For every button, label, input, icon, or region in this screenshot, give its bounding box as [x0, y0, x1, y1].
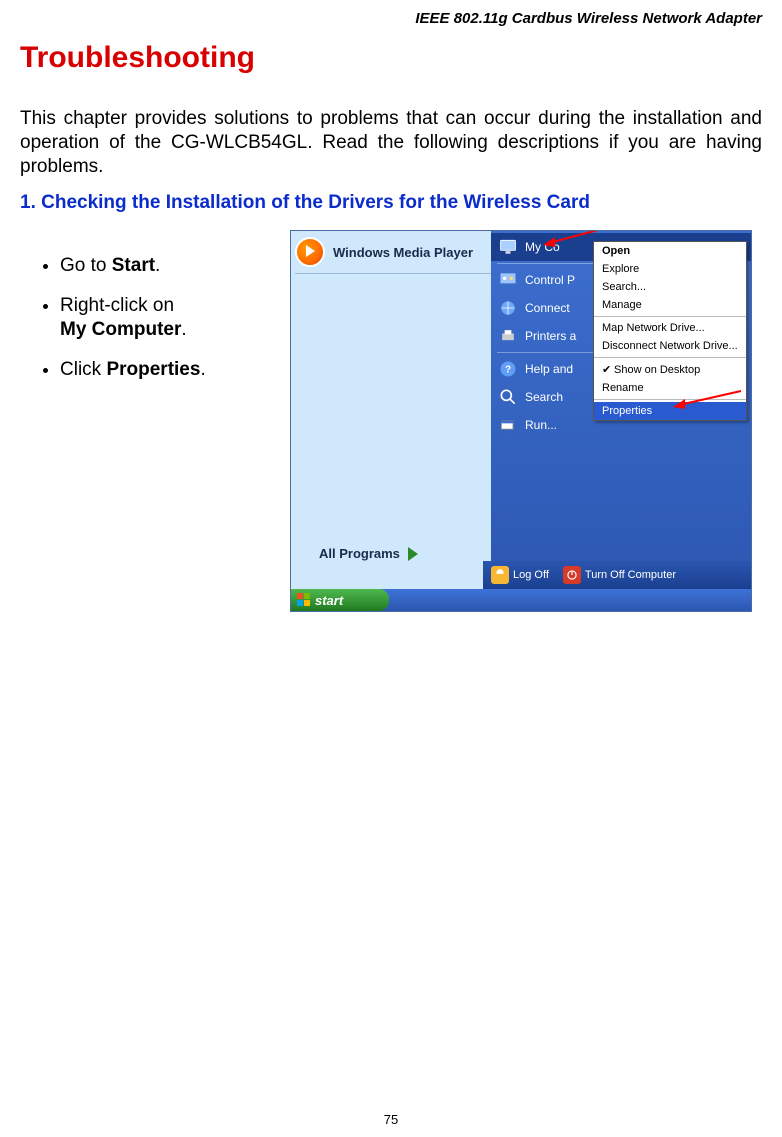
printer-icon: [497, 325, 519, 347]
power-icon: [563, 566, 581, 584]
turnoff-label: Turn Off Computer: [585, 569, 676, 581]
chevron-right-icon: [408, 547, 418, 561]
text: Click: [60, 359, 106, 380]
logoff-icon: [491, 566, 509, 584]
start-label: start: [315, 593, 343, 608]
item-label: Help and: [525, 362, 573, 376]
screenshot-image: Windows Media Player All Programs My Co: [290, 230, 752, 612]
text: .: [200, 359, 205, 380]
item-label: Show on Desktop: [614, 364, 700, 376]
context-menu-disconnect-drive[interactable]: Disconnect Network Drive...: [594, 337, 746, 355]
text: .: [181, 319, 186, 340]
page-title: Troubleshooting: [20, 41, 762, 75]
start-button[interactable]: start: [291, 589, 389, 611]
list-item: Go to Start.: [60, 254, 290, 278]
list-item: Click Properties.: [60, 358, 290, 382]
logoff-button[interactable]: Log Off: [491, 566, 549, 584]
control-panel-icon: [497, 269, 519, 291]
item-label: Search: [525, 390, 563, 404]
text: Go to: [60, 255, 112, 276]
context-menu-show-desktop[interactable]: ✔Show on Desktop: [594, 360, 746, 379]
windows-logo-icon: [297, 593, 311, 607]
page-number: 75: [0, 1112, 782, 1127]
section-heading: 1. Checking the Installation of the Driv…: [20, 192, 762, 214]
arrow-annotation: [671, 389, 745, 411]
context-menu-search[interactable]: Search...: [594, 278, 746, 296]
search-icon: [497, 386, 519, 408]
text-bold: Properties: [106, 359, 200, 380]
text: .: [155, 255, 160, 276]
text-bold: My Computer: [60, 319, 181, 340]
turnoff-button[interactable]: Turn Off Computer: [563, 566, 676, 584]
media-player-icon: [295, 237, 325, 267]
text: Right-click on: [60, 295, 174, 316]
context-menu-explore[interactable]: Explore: [594, 260, 746, 278]
intro-paragraph: This chapter provides solutions to probl…: [20, 107, 762, 178]
connect-icon: [497, 297, 519, 319]
all-programs-button[interactable]: All Programs: [319, 546, 418, 561]
divider: [594, 316, 746, 317]
item-label: Printers a: [525, 329, 576, 343]
divider: [594, 357, 746, 358]
all-programs-label: All Programs: [319, 546, 400, 561]
svg-text:?: ?: [505, 365, 511, 376]
start-menu-bottom-bar: Log Off Turn Off Computer: [483, 561, 751, 589]
item-label: Connect: [525, 301, 570, 315]
text-bold: Start: [112, 255, 155, 276]
document-header: IEEE 802.11g Cardbus Wireless Network Ad…: [20, 10, 762, 27]
item-label: Control P: [525, 273, 575, 287]
wmp-label: Windows Media Player: [333, 245, 473, 260]
monitor-icon: [497, 236, 519, 258]
check-icon: ✔: [602, 363, 614, 376]
help-icon: ?: [497, 358, 519, 380]
context-menu-map-drive[interactable]: Map Network Drive...: [594, 319, 746, 337]
instruction-list: Go to Start. Right-click on My Computer.…: [20, 230, 290, 397]
list-item: Right-click on My Computer.: [60, 294, 290, 342]
logoff-label: Log Off: [513, 569, 549, 581]
item-label: Run...: [525, 418, 557, 432]
arrow-annotation: [541, 230, 621, 249]
context-menu-manage[interactable]: Manage: [594, 296, 746, 314]
run-icon: [497, 414, 519, 436]
